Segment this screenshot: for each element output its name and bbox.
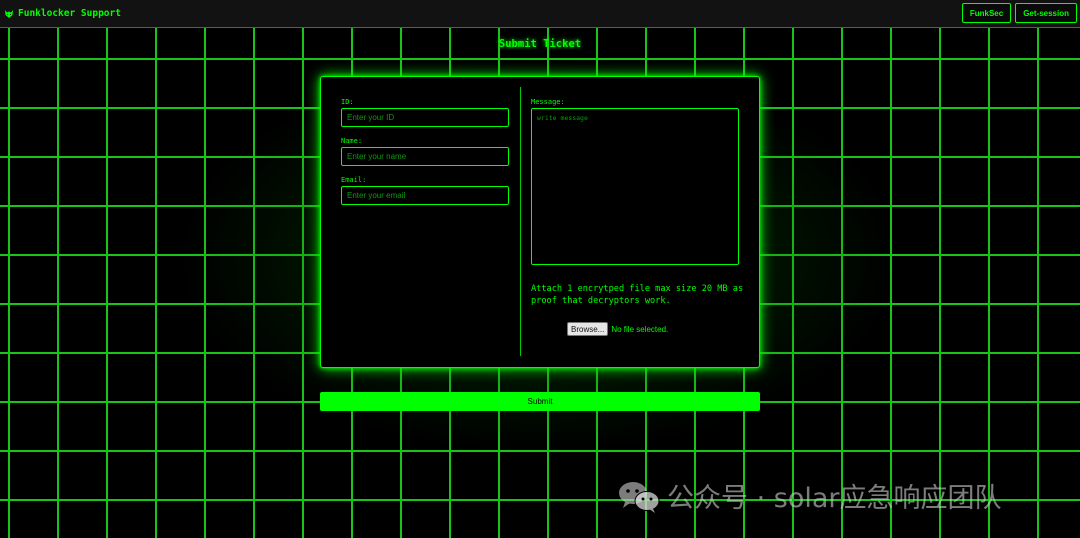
brand[interactable]: Funklocker Support bbox=[4, 8, 121, 19]
watermark: 公众号 · solar应急响应团队 bbox=[617, 476, 1001, 515]
message-label: Message: bbox=[531, 98, 565, 106]
message-field[interactable] bbox=[531, 108, 739, 265]
name-label: Name: bbox=[341, 137, 363, 145]
attach-instructions: Attach 1 encrytped file max size 20 MB a… bbox=[531, 284, 744, 306]
ticket-form-panel: ID: Name: Email: Message: Attach 1 encry… bbox=[320, 76, 760, 368]
name-field[interactable] bbox=[341, 147, 509, 166]
brand-title: Funklocker Support bbox=[18, 8, 121, 19]
page-title: Submit Ticket bbox=[498, 38, 582, 50]
wolf-icon bbox=[5, 9, 13, 18]
id-label: ID: bbox=[341, 98, 354, 106]
column-divider bbox=[520, 87, 521, 356]
email-field[interactable] bbox=[341, 186, 509, 205]
funksec-button[interactable]: FunkSec bbox=[961, 3, 1012, 23]
id-field[interactable] bbox=[341, 108, 509, 127]
get-session-button[interactable]: Get-session bbox=[1015, 3, 1077, 23]
submit-button[interactable]: Submit bbox=[320, 392, 760, 411]
email-label: Email: bbox=[341, 176, 367, 184]
file-status: No file selected. bbox=[611, 324, 669, 334]
top-bar: Funklocker Support FunkSec Get-session bbox=[0, 0, 1080, 28]
browse-button[interactable]: Browse... bbox=[567, 322, 609, 336]
file-picker: Browse... No file selected. bbox=[567, 322, 668, 336]
watermark-text: 公众号 · solar应急响应团队 bbox=[667, 483, 1002, 514]
top-nav: FunkSec Get-session bbox=[961, 3, 1077, 23]
wechat-icon bbox=[619, 481, 660, 513]
